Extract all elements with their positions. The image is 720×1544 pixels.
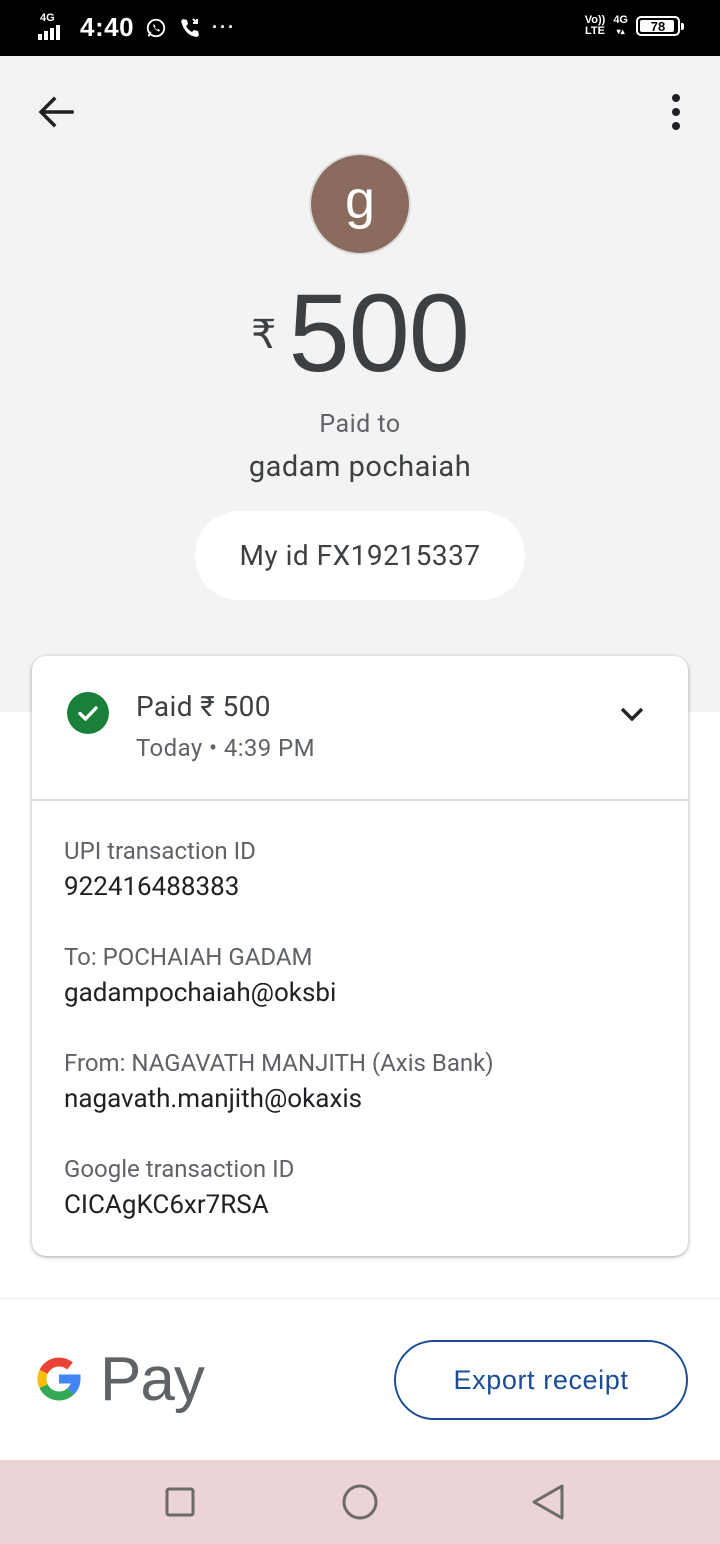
back-button[interactable] — [36, 92, 76, 132]
back-nav-button[interactable] — [528, 1482, 568, 1522]
status-right: Vo)) LTE 4G ▾▴ 78 — [585, 14, 684, 37]
network-type-label: 4G — [40, 11, 55, 24]
status-time: 4:40 — [80, 12, 135, 42]
more-vert-icon — [672, 94, 680, 130]
data-network-label: 4G — [613, 14, 628, 26]
cellular-signal-icon: 4G — [38, 11, 70, 42]
google-pay-logo: Pay — [32, 1344, 205, 1414]
circle-icon — [342, 1484, 378, 1520]
detail-google-transaction-id: Google transaction ID CICAgKC6xr7RSA — [64, 1154, 664, 1221]
pay-wordmark: Pay — [100, 1344, 205, 1414]
battery-icon: 78 — [636, 16, 684, 36]
payee-avatar: g — [309, 153, 411, 255]
system-nav-bar — [0, 1460, 720, 1544]
status-bar: 4G 4:40 ··· Vo)) LTE 4G ▾▴ 78 — [0, 0, 720, 56]
paid-to-label: Paid to — [319, 410, 401, 439]
currency-symbol: ₹ — [251, 312, 277, 358]
amount-value: 500 — [288, 272, 470, 395]
payee-name: gadam pochaiah — [248, 450, 472, 484]
payment-amount: ₹ 500 — [0, 278, 720, 390]
card-divider — [32, 799, 688, 801]
more-notifications-icon: ··· — [212, 17, 237, 37]
detail-value: nagavath.manjith@okaxis — [64, 1084, 363, 1114]
missed-call-icon — [178, 16, 202, 40]
detail-from: From: NAGAVATH MANJITH (Axis Bank) nagav… — [64, 1048, 664, 1115]
transaction-time: Today • 4:39 PM — [136, 734, 315, 762]
detail-value: 922416488383 — [64, 872, 240, 902]
detail-value: CICAgKC6xr7RSA — [64, 1190, 269, 1220]
detail-value: gadampochaiah@oksbi — [64, 978, 337, 1008]
transaction-status-title: Paid ₹ 500 — [136, 690, 271, 723]
triangle-back-icon — [532, 1484, 564, 1520]
home-button[interactable] — [340, 1482, 380, 1522]
detail-label: UPI transaction ID — [64, 837, 256, 865]
payment-note: My id FX19215337 — [195, 511, 525, 600]
detail-upi-transaction-id: UPI transaction ID 922416488383 — [64, 836, 664, 903]
square-icon — [165, 1487, 195, 1517]
success-check-icon — [67, 692, 109, 734]
volte-icon: Vo)) LTE — [585, 15, 606, 37]
detail-label: Google transaction ID — [64, 1155, 295, 1183]
transaction-card: Paid ₹ 500 Today • 4:39 PM UPI transacti… — [32, 656, 688, 1256]
export-receipt-button[interactable]: Export receipt — [394, 1340, 688, 1420]
google-g-icon — [37, 1357, 81, 1401]
back-arrow-icon — [38, 96, 74, 128]
volte-bottom: LTE — [585, 25, 605, 37]
detail-label: From: NAGAVATH MANJITH (Axis Bank) — [64, 1049, 494, 1077]
detail-label: To: POCHAIAH GADAM — [64, 943, 313, 971]
footer-divider — [0, 1298, 720, 1299]
collapse-details-button[interactable] — [616, 698, 648, 730]
more-options-button[interactable] — [664, 92, 688, 132]
data-network-icon: 4G ▾▴ — [613, 14, 628, 37]
whatsapp-icon — [144, 16, 168, 40]
detail-to: To: POCHAIAH GADAM gadampochaiah@oksbi — [64, 942, 664, 1009]
chevron-down-icon — [620, 707, 644, 722]
recents-button[interactable] — [160, 1482, 200, 1522]
battery-level: 78 — [650, 18, 666, 34]
status-left: 4G 4:40 ··· — [38, 12, 236, 43]
